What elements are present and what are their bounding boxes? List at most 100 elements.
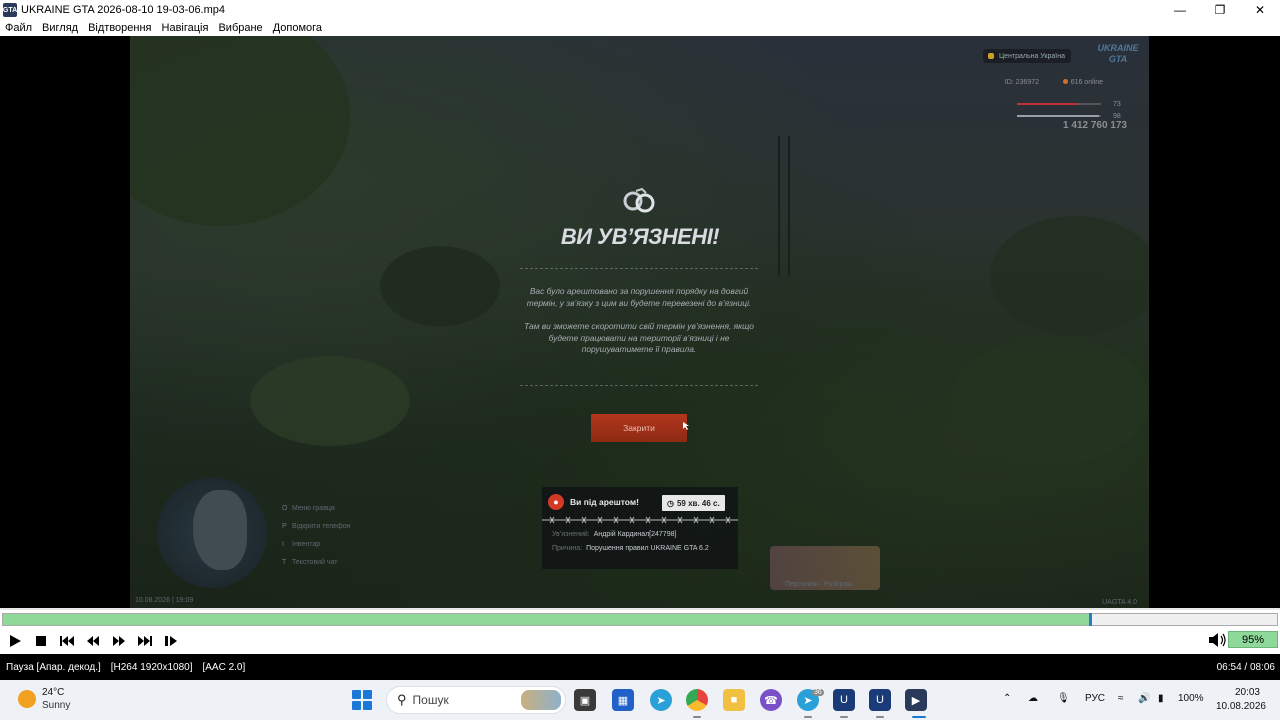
stop-icon[interactable] bbox=[28, 630, 54, 652]
region-badge: Центральна Україна bbox=[982, 49, 1071, 63]
menu-help[interactable]: Допомога bbox=[268, 22, 327, 34]
hint-player-menu: O Меню гравця bbox=[282, 505, 335, 512]
server-logo: UKRAINE GTA bbox=[1097, 43, 1139, 64]
minimize-button[interactable]: — bbox=[1160, 0, 1200, 20]
chrome-icon[interactable] bbox=[686, 689, 708, 711]
handcuffs-icon bbox=[623, 187, 655, 213]
volume-level[interactable]: 95% bbox=[1228, 631, 1278, 648]
status-bar: Пауза [Апар. декод.] [H264 1920x1080] [A… bbox=[0, 654, 1280, 680]
microphone-icon[interactable]: 🎙 bbox=[1057, 693, 1070, 704]
arrest-notification: ● Ви під арештом! ◷ 59 хв. 46 с. Ув’язнен… bbox=[542, 487, 738, 569]
playback-controls: 95% bbox=[0, 628, 1280, 654]
media-player-active-indicator bbox=[912, 716, 926, 718]
clock-date[interactable]: 10.08.2026 bbox=[1216, 701, 1266, 712]
window-controls: — ❐ ✕ bbox=[1160, 0, 1280, 20]
speaker-icon[interactable]: 🔊 bbox=[1138, 693, 1150, 704]
restore-button[interactable]: ❐ bbox=[1200, 0, 1240, 20]
armor-value: 98 bbox=[1113, 112, 1121, 120]
menu-view[interactable]: Вигляд bbox=[37, 22, 83, 34]
menu-file[interactable]: Файл bbox=[0, 22, 37, 34]
bush bbox=[250, 356, 410, 446]
seek-thumb[interactable] bbox=[1088, 613, 1092, 626]
previous-icon[interactable] bbox=[54, 630, 80, 652]
clock-time[interactable]: 20:03 bbox=[1235, 687, 1260, 698]
launcher-alt-active-indicator bbox=[876, 716, 884, 718]
promo-label: Персонаж · Розіграш bbox=[785, 581, 853, 588]
weather-temperature[interactable]: 24°C bbox=[42, 687, 64, 698]
next-icon[interactable] bbox=[132, 630, 158, 652]
game-launcher-alt-icon[interactable]: U bbox=[869, 689, 891, 711]
wifi-icon[interactable]: ≈ bbox=[1118, 693, 1124, 704]
arrest-title: ВИ УВ’ЯЗНЕНІ! bbox=[560, 224, 720, 249]
hint-inventory: I Інвентар bbox=[282, 541, 321, 548]
notification-title: Ви під арештом! bbox=[570, 497, 639, 507]
volume-icon[interactable] bbox=[1208, 631, 1228, 654]
taskbar: 24°C Sunny ⚲ Пошук ▣ ▦ ➤ ■ ☎ ➤ 36 U U ▶ … bbox=[0, 680, 1280, 720]
menu-bar: Файл Вигляд Відтворення Навігація Вибран… bbox=[0, 20, 1280, 36]
task-view-icon[interactable]: ▣ bbox=[574, 689, 596, 711]
media-player-icon[interactable]: ▶ bbox=[905, 689, 927, 711]
tray-expand-icon[interactable]: ⌃ bbox=[1003, 693, 1011, 704]
search-highlight-image bbox=[521, 690, 561, 710]
telegram-icon[interactable]: ➤ bbox=[650, 689, 672, 711]
arrest-alert-icon: ● bbox=[548, 494, 564, 510]
mouse-cursor-icon bbox=[683, 422, 689, 430]
close-modal-button[interactable]: Закрити bbox=[591, 414, 687, 442]
cloud-icon[interactable]: ☁ bbox=[1028, 693, 1038, 704]
menu-navigation[interactable]: Навігація bbox=[157, 22, 214, 34]
health-value: 73 bbox=[1113, 100, 1121, 108]
frame-step-icon[interactable] bbox=[158, 630, 184, 652]
play-icon[interactable] bbox=[2, 630, 28, 652]
region-label: Центральна Україна bbox=[998, 52, 1065, 60]
video-area[interactable]: Центральна Україна UKRAINE GTA ID: 23697… bbox=[0, 36, 1280, 608]
game-version: UAGTA 4.0 bbox=[1102, 599, 1137, 606]
taskbar-search[interactable]: ⚲ Пошук bbox=[386, 686, 566, 714]
forward-icon[interactable] bbox=[106, 630, 132, 652]
playback-time: 06:54 / 08:06 bbox=[1216, 661, 1275, 673]
region-icon bbox=[987, 53, 994, 59]
minimap bbox=[157, 478, 267, 588]
menu-favorites[interactable]: Вибране bbox=[213, 22, 267, 34]
window-title: UKRAINE GTA 2026-08-10 19-03-06.mp4 bbox=[21, 4, 226, 16]
language-indicator[interactable]: РУС bbox=[1085, 693, 1105, 704]
radio-tower bbox=[788, 136, 790, 276]
health-bar bbox=[1017, 103, 1101, 105]
audio-codec: [AAC 2.0] bbox=[202, 661, 246, 673]
game-datestamp: 10.08.2026 | 19:09 bbox=[135, 597, 194, 604]
search-icon: ⚲ bbox=[397, 692, 407, 707]
playback-state: Пауза [Апар. декод.] bbox=[6, 661, 101, 673]
menu-playback[interactable]: Відтворення bbox=[83, 22, 156, 34]
arrest-paragraph-2: Там ви зможете скоротити свій термін ув’… bbox=[524, 321, 754, 354]
title-bar: GTA UKRAINE GTA 2026-08-10 19-03-06.mp4 … bbox=[0, 0, 1280, 20]
close-window-button[interactable]: ✕ bbox=[1240, 0, 1280, 20]
seek-bar[interactable] bbox=[0, 608, 1280, 628]
battery-icon[interactable]: ▮ bbox=[1158, 693, 1164, 704]
arrest-paragraph-1: Вас було арештовано за порушення порядку… bbox=[526, 286, 752, 308]
arrest-message-box: Вас було арештовано за порушення порядку… bbox=[520, 268, 758, 386]
radio-tower bbox=[778, 136, 780, 276]
file-explorer-icon[interactable]: ■ bbox=[723, 689, 745, 711]
viber-icon[interactable]: ☎ bbox=[760, 689, 782, 711]
online-count: 616 online bbox=[1062, 79, 1103, 86]
barbed-wire-divider bbox=[542, 516, 738, 524]
online-icon bbox=[1062, 79, 1068, 84]
weather-description[interactable]: Sunny bbox=[42, 700, 70, 711]
video-codec: [H264 1920x1080] bbox=[110, 661, 193, 673]
video-frame[interactable]: Центральна Україна UKRAINE GTA ID: 23697… bbox=[130, 36, 1149, 608]
money-value: 1 412 760 173 bbox=[1063, 120, 1127, 131]
rewind-icon[interactable] bbox=[80, 630, 106, 652]
battery-percent[interactable]: 100% bbox=[1178, 693, 1204, 704]
store-icon[interactable]: ▦ bbox=[612, 689, 634, 711]
minimap-island bbox=[193, 490, 247, 570]
hint-chat: T Текстовий чат bbox=[282, 559, 338, 566]
start-button[interactable] bbox=[352, 690, 372, 710]
game-launcher-icon[interactable]: U bbox=[833, 689, 855, 711]
prisoner-row: Ув’язнений: Андрій Кардинал[247798] bbox=[552, 531, 677, 538]
clock-icon: ◷ bbox=[667, 498, 674, 508]
seek-progress bbox=[3, 614, 1090, 625]
weather-sun-icon[interactable] bbox=[18, 690, 36, 708]
tree-foliage bbox=[380, 246, 500, 326]
tree-foliage bbox=[990, 216, 1149, 336]
seek-track[interactable] bbox=[2, 613, 1278, 626]
bush bbox=[950, 336, 1149, 466]
